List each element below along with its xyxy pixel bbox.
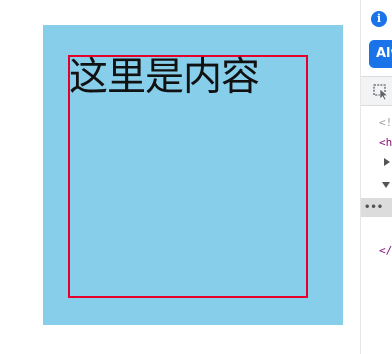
always-button[interactable]: Alw	[369, 40, 392, 68]
doctype-line[interactable]: <!	[379, 116, 392, 130]
selected-element-row[interactable]: •••	[361, 198, 392, 217]
browser-window: 这里是内容 i Alw <! <h ••• </	[0, 0, 392, 354]
outer-box: 这里是内容	[43, 25, 343, 325]
inspect-element-icon[interactable]	[373, 84, 391, 101]
expand-head-triangle-icon[interactable]	[384, 158, 390, 166]
collapse-body-triangle-icon[interactable]	[382, 182, 390, 188]
content-text: 这里是内容	[69, 55, 260, 100]
devtools-toolbar	[361, 76, 392, 106]
inner-box: 这里是内容	[68, 55, 308, 298]
ellipsis-icon[interactable]: •••	[364, 198, 383, 217]
info-icon[interactable]: i	[371, 11, 387, 27]
html-open-tag-line[interactable]: <h	[379, 136, 392, 150]
devtools-panel: i Alw <! <h ••• </	[360, 0, 392, 354]
html-close-tag-line[interactable]: </	[379, 244, 392, 258]
page-preview: 这里是内容	[0, 0, 360, 354]
